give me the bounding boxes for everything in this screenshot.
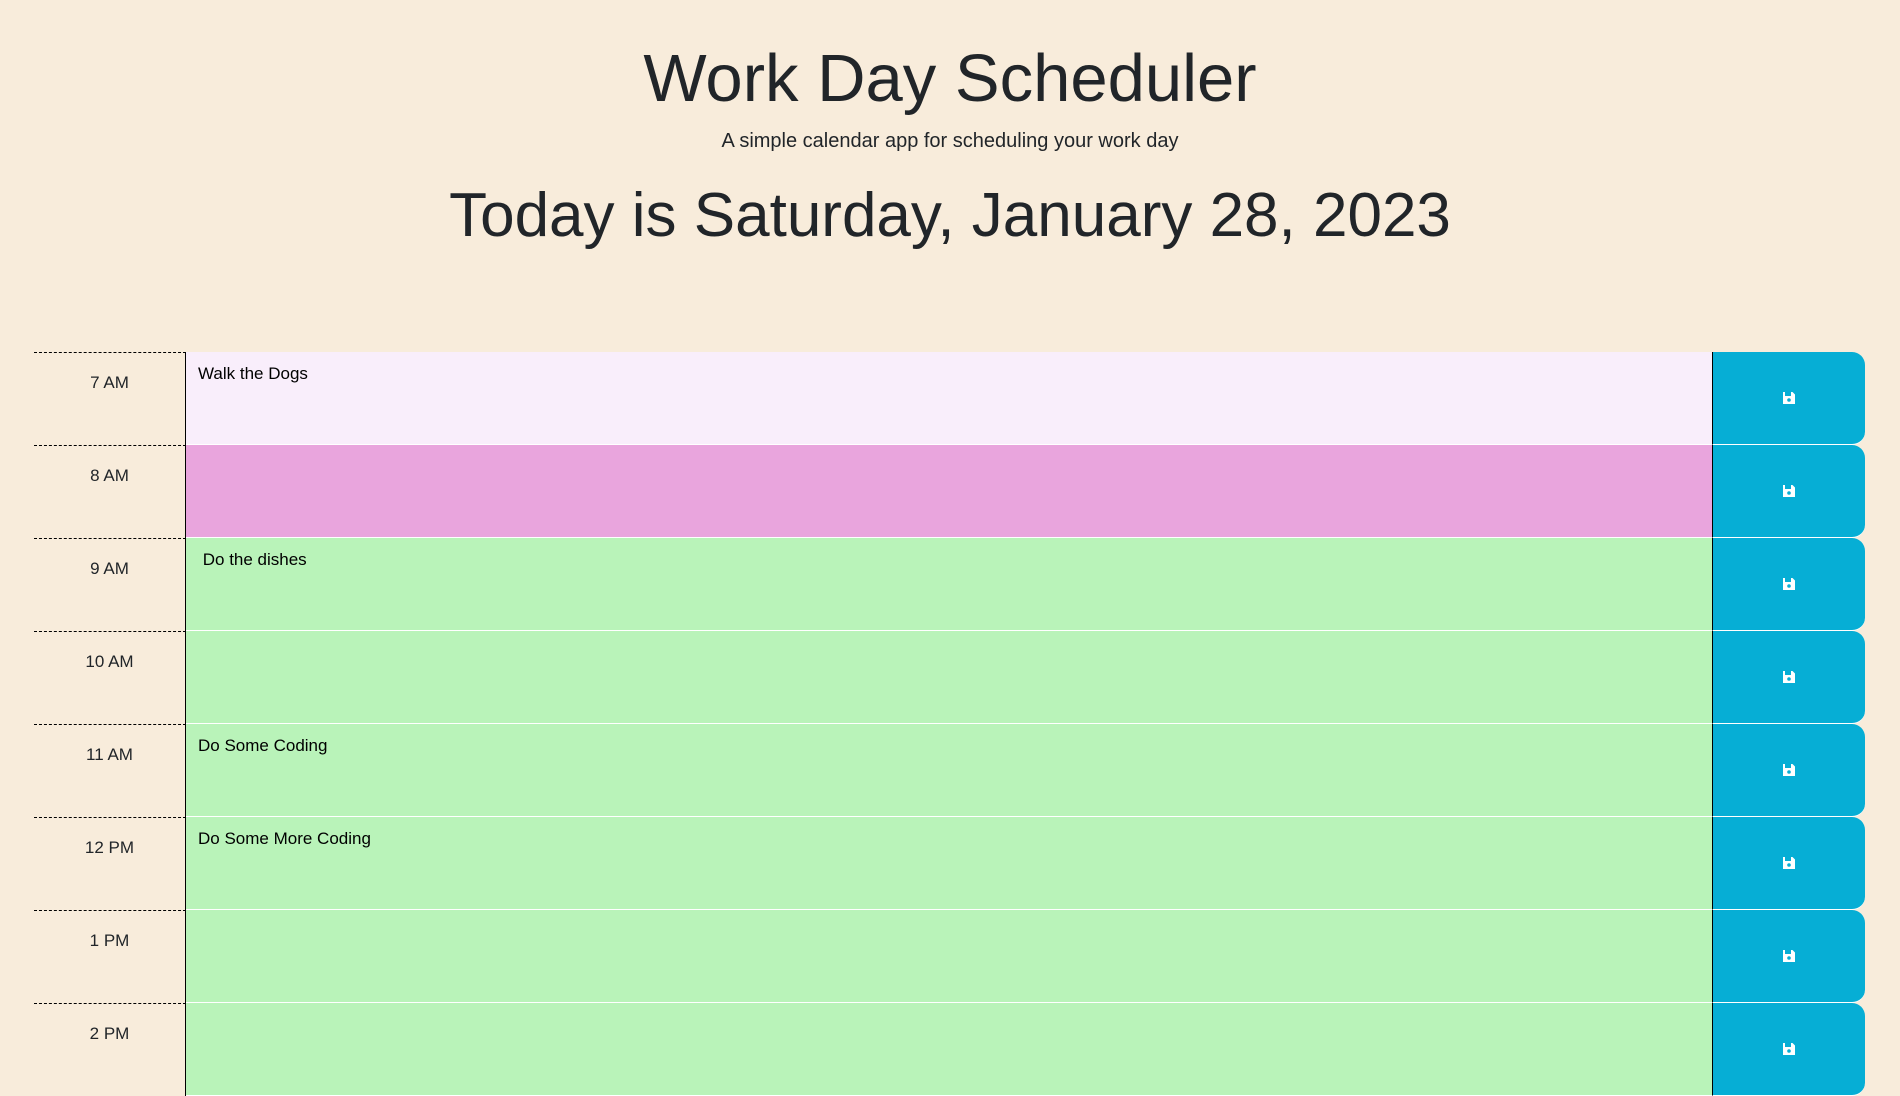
event-description-input[interactable]: Do Some Coding xyxy=(186,724,1712,817)
current-date: Today is Saturday, January 28, 2023 xyxy=(449,181,1451,250)
time-block-row: 1 PM xyxy=(34,910,1865,1003)
time-block-row: 7 AM Walk the Dogs xyxy=(34,352,1865,445)
floppy-disk-icon xyxy=(1782,391,1796,405)
app-title: Work Day Scheduler xyxy=(643,41,1257,116)
save-button[interactable] xyxy=(1712,631,1865,724)
hour-label: 12 PM xyxy=(34,817,186,910)
time-block-row: 2 PM xyxy=(34,1003,1865,1096)
floppy-disk-icon xyxy=(1782,577,1796,591)
time-block-row: 12 PM Do Some More Coding xyxy=(34,817,1865,910)
save-button[interactable] xyxy=(1712,817,1865,910)
time-block-row: 11 AM Do Some Coding xyxy=(34,724,1865,817)
hour-label: 11 AM xyxy=(34,724,186,817)
time-block-row: 8 AM xyxy=(34,445,1865,538)
event-description-input[interactable]: Walk the Dogs xyxy=(186,352,1712,445)
save-button[interactable] xyxy=(1712,1003,1865,1096)
hour-label: 7 AM xyxy=(34,352,186,445)
event-description-input[interactable]: Do Some More Coding xyxy=(186,817,1712,910)
hour-label: 8 AM xyxy=(34,445,186,538)
floppy-disk-icon xyxy=(1782,856,1796,870)
floppy-disk-icon xyxy=(1782,484,1796,498)
save-button[interactable] xyxy=(1712,445,1865,538)
floppy-disk-icon xyxy=(1782,670,1796,684)
event-description-input[interactable] xyxy=(186,631,1712,724)
schedule-container: 7 AM Walk the Dogs 8 AM 9 AM Do the dish… xyxy=(34,352,1865,1096)
floppy-disk-icon xyxy=(1782,1042,1796,1056)
event-description-input[interactable]: Do the dishes xyxy=(186,538,1712,631)
page-header: Work Day Scheduler A simple calendar app… xyxy=(0,0,1900,352)
hour-label: 10 AM xyxy=(34,631,186,724)
save-button[interactable] xyxy=(1712,538,1865,631)
save-button[interactable] xyxy=(1712,352,1865,445)
time-block-row: 9 AM Do the dishes xyxy=(34,538,1865,631)
event-description-input[interactable] xyxy=(186,1003,1712,1096)
floppy-disk-icon xyxy=(1782,763,1796,777)
floppy-disk-icon xyxy=(1782,949,1796,963)
hour-label: 1 PM xyxy=(34,910,186,1003)
save-button[interactable] xyxy=(1712,724,1865,817)
hour-label: 2 PM xyxy=(34,1003,186,1096)
event-description-input[interactable] xyxy=(186,445,1712,538)
hour-label: 9 AM xyxy=(34,538,186,631)
event-description-input[interactable] xyxy=(186,910,1712,1003)
save-button[interactable] xyxy=(1712,910,1865,1003)
app-subtitle: A simple calendar app for scheduling you… xyxy=(721,130,1179,152)
time-block-row: 10 AM xyxy=(34,631,1865,724)
